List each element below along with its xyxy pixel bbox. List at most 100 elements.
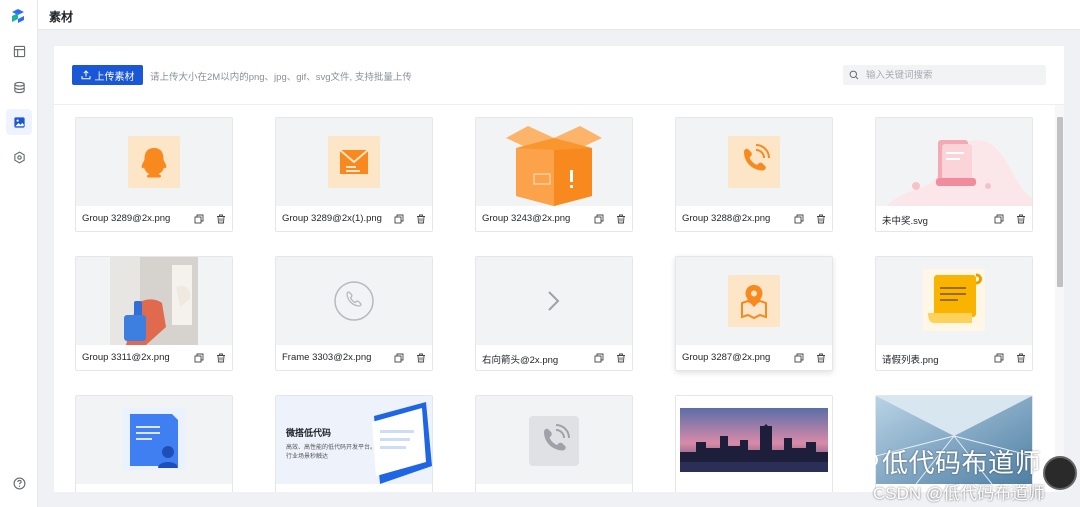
delete-button[interactable] bbox=[415, 213, 427, 225]
copy-button[interactable] bbox=[993, 352, 1005, 364]
asset-card[interactable]: Group 3287@2x.png bbox=[675, 256, 833, 371]
sidebar-item-settings[interactable] bbox=[6, 144, 32, 170]
upload-button-label: 上传素材 bbox=[94, 71, 135, 83]
trash-icon bbox=[1017, 214, 1025, 224]
copy-icon bbox=[594, 214, 604, 224]
delete-button[interactable] bbox=[815, 213, 827, 225]
sidebar-item-layout[interactable] bbox=[6, 38, 32, 64]
asset-thumbnail bbox=[676, 257, 832, 345]
app-logo-icon bbox=[12, 9, 24, 23]
trash-icon bbox=[417, 214, 425, 224]
asset-thumbnail bbox=[76, 118, 232, 206]
trash-icon bbox=[217, 353, 225, 363]
asset-card-footer bbox=[76, 484, 232, 492]
asset-file-name: Group 3243@2x.png bbox=[482, 213, 571, 224]
copy-icon bbox=[794, 353, 804, 363]
upload-icon bbox=[81, 70, 90, 80]
copy-button[interactable] bbox=[793, 213, 805, 225]
asset-thumbnail bbox=[676, 118, 832, 206]
phone-gray-icon bbox=[529, 416, 579, 466]
delete-button[interactable] bbox=[1015, 352, 1027, 364]
copy-button[interactable] bbox=[393, 213, 405, 225]
asset-file-name: Group 3289@2x(1).png bbox=[282, 213, 382, 224]
asset-card-footer bbox=[476, 484, 632, 492]
search-box[interactable] bbox=[843, 65, 1046, 85]
cleaning-photo bbox=[110, 257, 198, 345]
asset-file-name: 请假列表.png bbox=[882, 355, 939, 366]
asset-card[interactable]: Group 3289@2x(1).png bbox=[275, 117, 433, 232]
layout-icon bbox=[13, 45, 25, 57]
asset-card[interactable]: 请假列表.png bbox=[875, 256, 1033, 371]
copy-button[interactable] bbox=[593, 352, 605, 364]
asset-card-footer bbox=[676, 484, 832, 492]
asset-card[interactable]: Frame 3303@2x.png bbox=[275, 256, 433, 371]
copy-icon bbox=[994, 214, 1004, 224]
asset-card-footer: Frame 3303@2x.png bbox=[276, 345, 432, 370]
phone-icon bbox=[728, 136, 780, 188]
scrollbar[interactable] bbox=[1055, 105, 1064, 492]
delete-button[interactable] bbox=[815, 352, 827, 364]
copy-button[interactable] bbox=[793, 352, 805, 364]
asset-card[interactable]: 未中奖.svg bbox=[875, 117, 1033, 232]
page-title: 素材 bbox=[49, 10, 74, 24]
asset-thumbnail bbox=[876, 396, 1032, 484]
asset-card-footer bbox=[276, 484, 432, 492]
asset-card-footer: 未中奖.svg bbox=[876, 206, 1032, 231]
asset-card[interactable]: 微搭低代码 高效、高性能的低代码开发平台。 行业场景秒触达 bbox=[275, 395, 433, 492]
box-illustration bbox=[506, 126, 602, 206]
qq-icon bbox=[128, 136, 180, 188]
copy-button[interactable] bbox=[593, 213, 605, 225]
sidebar-item-assets[interactable] bbox=[6, 109, 32, 135]
trash-icon bbox=[1017, 353, 1025, 363]
asset-thumbnail: 微搭低代码 高效、高性能的低代码开发平台。 行业场景秒触达 bbox=[276, 396, 432, 484]
asset-card-footer: Group 3287@2x.png bbox=[676, 345, 832, 370]
asset-thumbnail bbox=[676, 396, 832, 484]
delete-button[interactable] bbox=[215, 213, 227, 225]
copy-button[interactable] bbox=[193, 213, 205, 225]
sidebar-item-database[interactable] bbox=[6, 74, 32, 100]
asset-card-footer: Group 3289@2x.png bbox=[76, 206, 232, 231]
delete-button[interactable] bbox=[215, 352, 227, 364]
toolbar: 上传素材 请上传大小在2M以内的png、jpg、gif、svg文件, 支持批量上… bbox=[54, 46, 1064, 105]
trash-icon bbox=[817, 353, 825, 363]
copy-icon bbox=[994, 353, 1004, 363]
asset-card[interactable]: 右向箭头@2x.png bbox=[475, 256, 633, 371]
asset-file-name: Group 3288@2x.png bbox=[682, 213, 771, 224]
scrollbar-thumb[interactable] bbox=[1057, 117, 1063, 287]
asset-card[interactable]: Group 3243@2x.png bbox=[475, 117, 633, 232]
asset-file-name: Group 3287@2x.png bbox=[682, 352, 771, 363]
help-button[interactable] bbox=[6, 470, 32, 496]
asset-file-name: Group 3289@2x.png bbox=[82, 213, 171, 224]
trash-icon bbox=[617, 214, 625, 224]
asset-card[interactable]: Group 3288@2x.png bbox=[675, 117, 833, 232]
banner-subtitle-2: 行业场景秒触达 bbox=[286, 454, 329, 460]
copy-button[interactable] bbox=[393, 352, 405, 364]
asset-card[interactable] bbox=[875, 395, 1033, 492]
delete-button[interactable] bbox=[1015, 213, 1027, 225]
asset-file-name: 右向箭头@2x.png bbox=[482, 355, 559, 366]
delete-button[interactable] bbox=[415, 352, 427, 364]
copy-button[interactable] bbox=[193, 352, 205, 364]
asset-card-footer: Group 3289@2x(1).png bbox=[276, 206, 432, 231]
help-icon bbox=[13, 477, 25, 489]
delete-button[interactable] bbox=[615, 352, 627, 364]
asset-card-footer: 右向箭头@2x.png bbox=[476, 345, 632, 370]
upload-button[interactable]: 上传素材 bbox=[72, 65, 143, 85]
asset-card-footer: Group 3243@2x.png bbox=[476, 206, 632, 231]
asset-thumbnail bbox=[876, 257, 1032, 345]
asset-card-footer: Group 3288@2x.png bbox=[676, 206, 832, 231]
asset-card[interactable] bbox=[475, 395, 633, 492]
copy-icon bbox=[394, 214, 404, 224]
asset-thumbnail bbox=[276, 257, 432, 345]
asset-card[interactable] bbox=[675, 395, 833, 492]
phone-outline-icon bbox=[334, 281, 374, 321]
search-icon bbox=[849, 70, 859, 80]
image-icon bbox=[13, 116, 25, 128]
search-input[interactable] bbox=[866, 69, 1036, 81]
copy-icon bbox=[794, 214, 804, 224]
asset-card[interactable]: Group 3289@2x.png bbox=[75, 117, 233, 232]
asset-card[interactable] bbox=[75, 395, 233, 492]
copy-button[interactable] bbox=[993, 213, 1005, 225]
delete-button[interactable] bbox=[615, 213, 627, 225]
asset-card[interactable]: Group 3311@2x.png bbox=[75, 256, 233, 371]
